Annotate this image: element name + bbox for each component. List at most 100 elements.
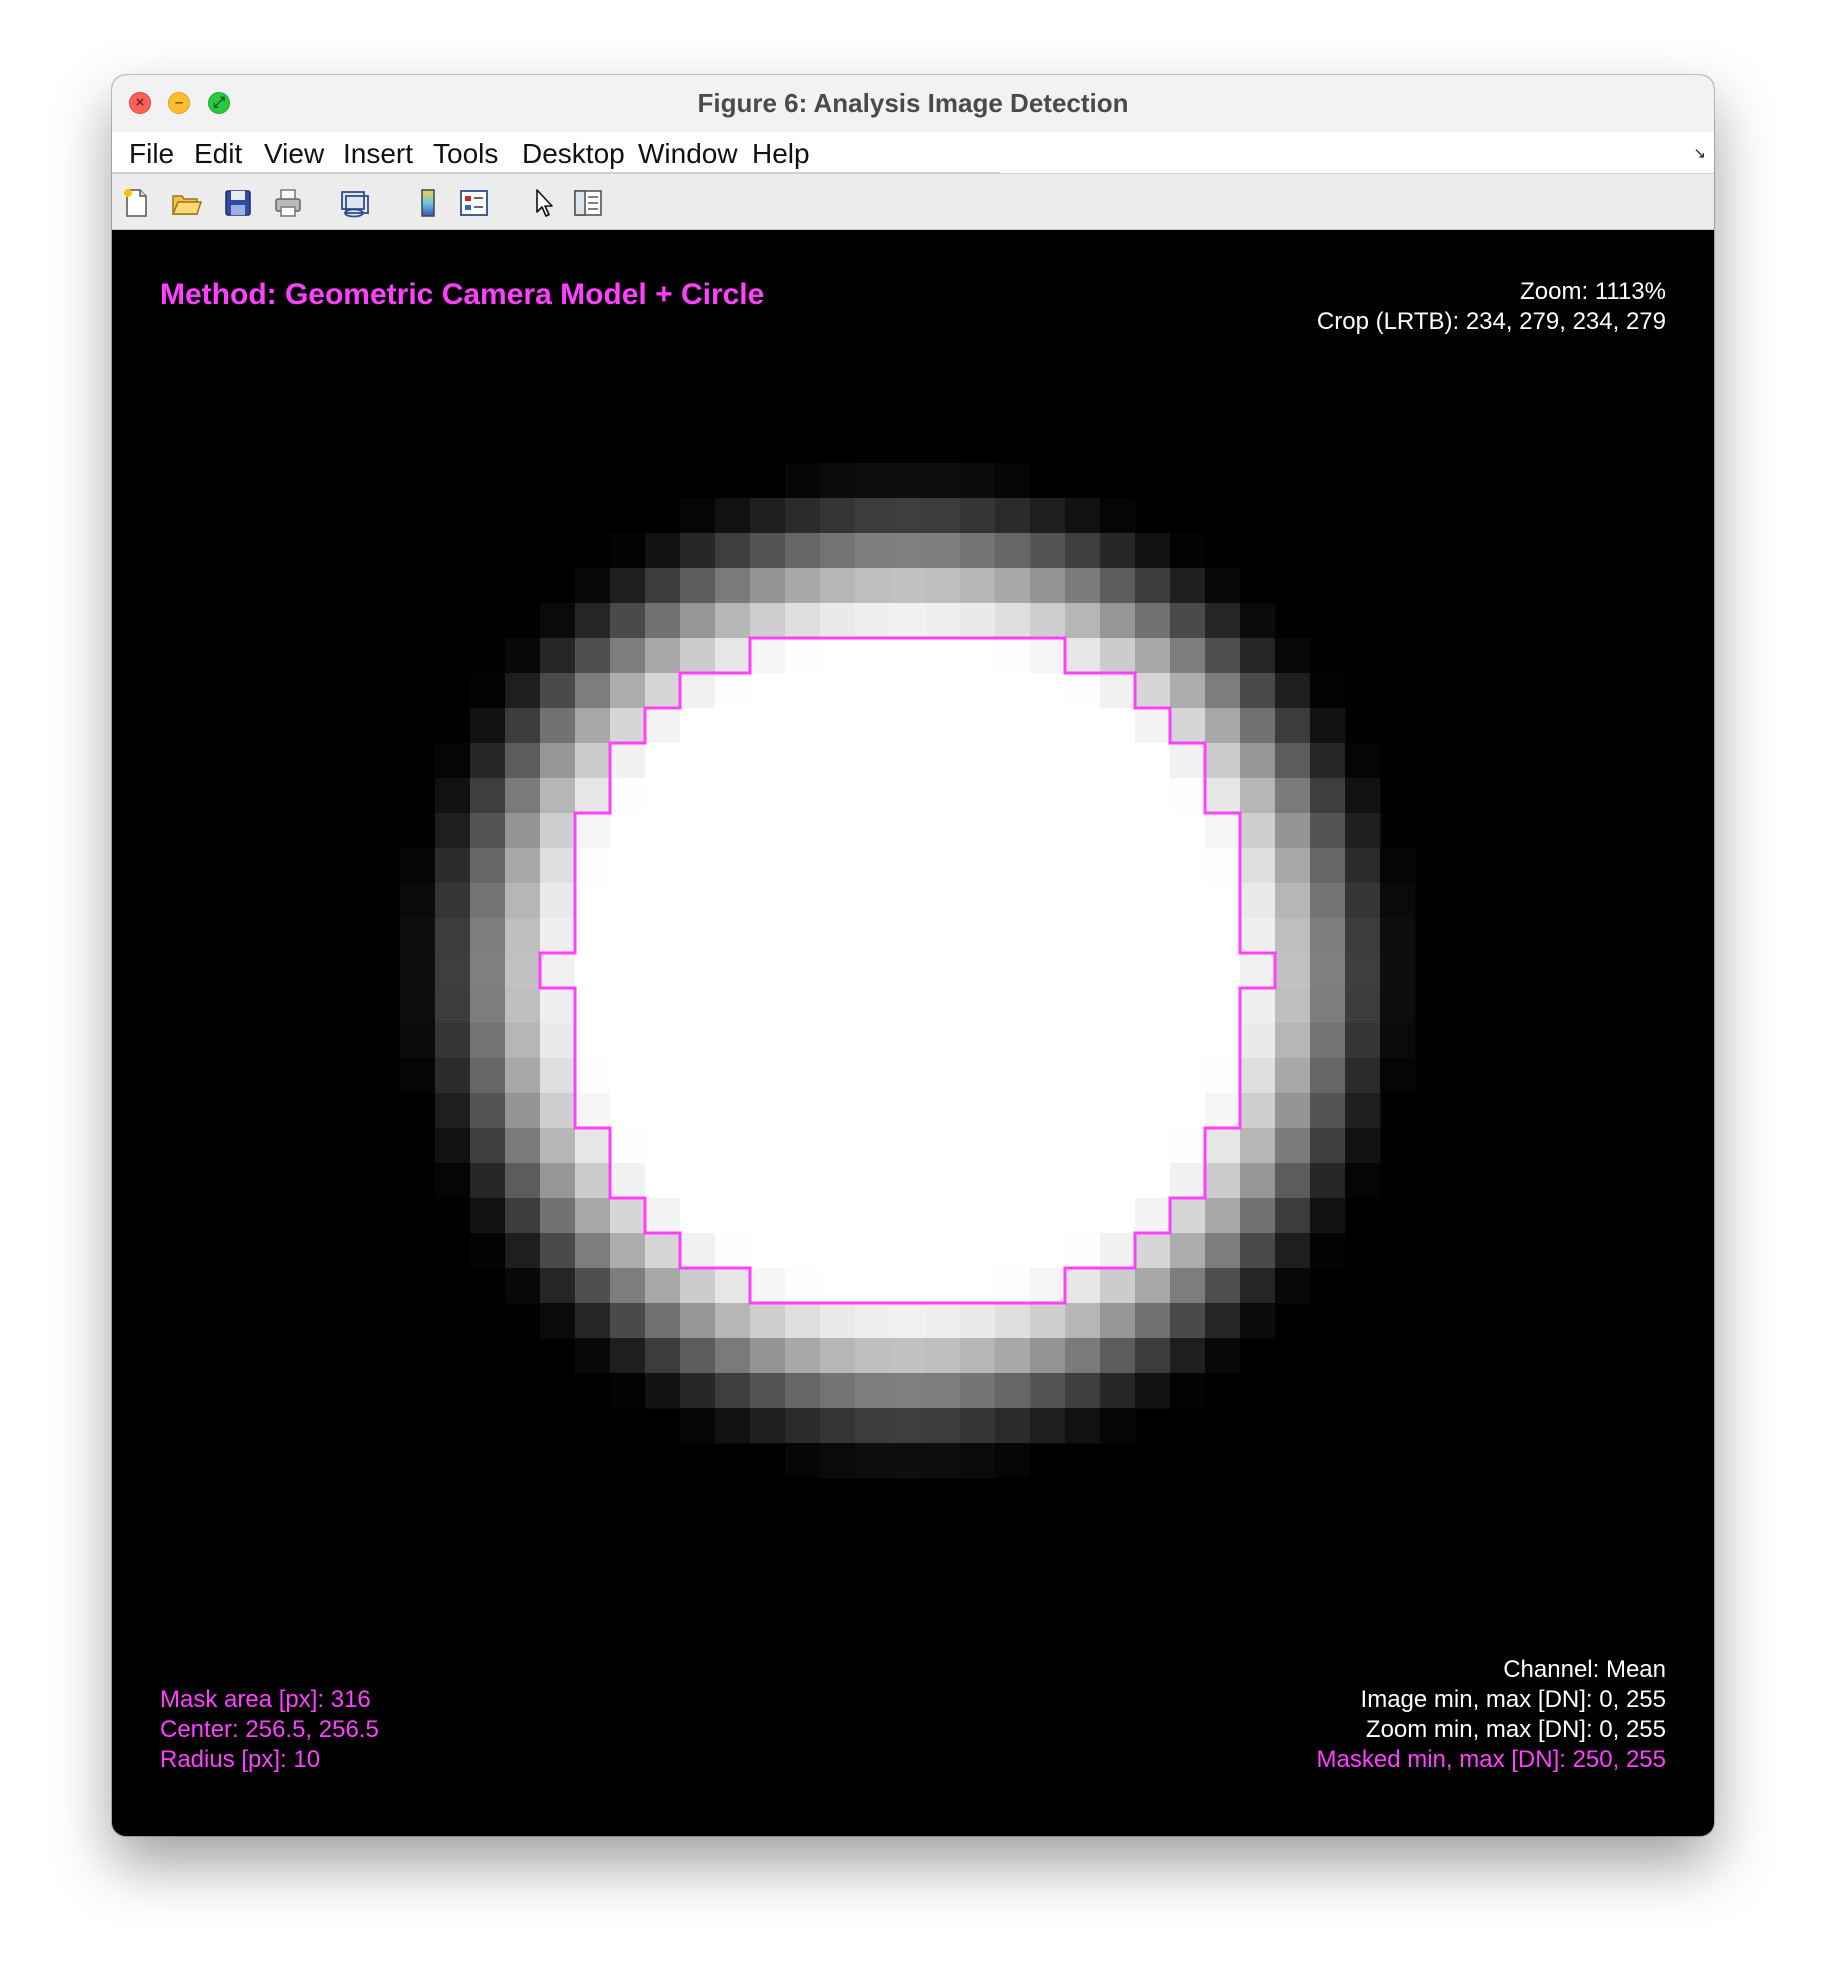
image-pixel	[645, 988, 681, 1024]
image-pixel	[785, 1408, 821, 1444]
image-pixel	[1170, 813, 1206, 849]
image-pixel	[995, 883, 1031, 919]
insert-legend-button[interactable]	[458, 187, 490, 219]
image-pixel	[1275, 1268, 1311, 1304]
image-pixel	[1240, 1198, 1276, 1234]
image-pixel	[750, 1058, 786, 1094]
image-pixel	[680, 1338, 716, 1374]
image-pixel	[505, 848, 541, 884]
image-pixel	[925, 1128, 961, 1164]
image-pixel	[1380, 1058, 1416, 1094]
save-button[interactable]	[222, 187, 254, 219]
image-pixel	[1380, 848, 1416, 884]
image-axes[interactable]: Method: Geometric Camera Model + Circle …	[112, 230, 1714, 1836]
open-file-button[interactable]	[170, 187, 202, 219]
menu-edit[interactable]: Edit	[194, 132, 242, 173]
image-pixel	[1275, 638, 1311, 674]
image-pixel	[785, 743, 821, 779]
image-pixel	[1275, 778, 1311, 814]
property-editor-button[interactable]	[572, 187, 604, 219]
menu-insert[interactable]: Insert	[343, 132, 413, 173]
image-pixel	[540, 1163, 576, 1199]
title-bar[interactable]: × – ⤢ Figure 6: Analysis Image Detection	[112, 75, 1714, 133]
image-pixel	[645, 848, 681, 884]
image-pixel	[960, 1408, 996, 1444]
menu-window[interactable]: Window	[638, 132, 738, 173]
image-pixel	[1100, 743, 1136, 779]
menu-help[interactable]: Help	[752, 132, 810, 173]
image-pixel	[540, 1128, 576, 1164]
image-pixel	[820, 1338, 856, 1374]
image-pixel	[1030, 533, 1066, 569]
image-pixel	[925, 638, 961, 674]
menu-desktop[interactable]: Desktop	[522, 132, 625, 173]
image-pixel	[1310, 1163, 1346, 1199]
image-pixel	[1170, 1128, 1206, 1164]
menu-view[interactable]: View	[264, 132, 324, 173]
image-pixel	[435, 953, 471, 989]
image-pixel	[505, 1198, 541, 1234]
image-pixel	[855, 883, 891, 919]
image-pixel	[645, 1058, 681, 1094]
edit-plot-button[interactable]	[528, 187, 560, 219]
image-pixel	[435, 848, 471, 884]
image-pixel	[1065, 1198, 1101, 1234]
image-pixel	[890, 778, 926, 814]
image-pixel	[610, 1128, 646, 1164]
image-pixel	[1100, 638, 1136, 674]
image-pixel	[1170, 708, 1206, 744]
image-pixel	[785, 918, 821, 954]
image-pixel	[610, 1303, 646, 1339]
image-pixel	[995, 708, 1031, 744]
image-pixel	[1135, 568, 1171, 604]
image-pixel	[680, 568, 716, 604]
image-pixel	[820, 1373, 856, 1409]
image-pixel	[820, 1408, 856, 1444]
image-pixel	[645, 883, 681, 919]
image-pixel	[1275, 918, 1311, 954]
image-pixel	[715, 568, 751, 604]
menu-tools[interactable]: Tools	[433, 132, 498, 173]
image-pixel	[1310, 1093, 1346, 1129]
image-pixel	[1030, 1198, 1066, 1234]
dock-arrow-icon[interactable]: ↘	[1693, 144, 1706, 162]
image-pixel	[575, 1198, 611, 1234]
image-pixel	[1100, 498, 1136, 534]
image-pixel	[575, 568, 611, 604]
insert-colorbar-button[interactable]	[412, 187, 444, 219]
image-pixel	[890, 638, 926, 674]
image-pixel	[1205, 1058, 1241, 1094]
image-pixel	[820, 1128, 856, 1164]
image-pixel	[540, 673, 576, 709]
image-pixel	[820, 743, 856, 779]
image-pixel	[890, 568, 926, 604]
image-pixel	[1135, 1268, 1171, 1304]
image-pixel	[785, 778, 821, 814]
image-pixel	[1100, 533, 1136, 569]
image-pixel	[960, 638, 996, 674]
image-minmax-label: Image min, max [DN]: 0, 255	[1360, 1686, 1666, 1713]
image-pixel	[925, 1443, 961, 1479]
new-figure-button[interactable]	[120, 187, 152, 219]
image-pixel	[820, 1233, 856, 1269]
image-pixel	[610, 1338, 646, 1374]
image-pixel	[1065, 1373, 1101, 1409]
image-pixel	[1205, 953, 1241, 989]
image-pixel	[610, 848, 646, 884]
image-pixel	[1205, 1023, 1241, 1059]
image-pixel	[1170, 953, 1206, 989]
image-pixel	[1030, 1163, 1066, 1199]
image-pixel	[1135, 1303, 1171, 1339]
image-pixel	[1135, 813, 1171, 849]
image-pixel	[925, 1023, 961, 1059]
image-pixel	[1030, 743, 1066, 779]
menu-file[interactable]: File	[129, 132, 174, 173]
image-pixel	[1135, 883, 1171, 919]
print-button[interactable]	[272, 187, 304, 219]
image-pixel	[855, 603, 891, 639]
link-axes-button[interactable]	[338, 187, 370, 219]
image-pixel	[680, 1198, 716, 1234]
image-pixel	[435, 918, 471, 954]
image-pixel	[1310, 673, 1346, 709]
image-pixel	[855, 953, 891, 989]
